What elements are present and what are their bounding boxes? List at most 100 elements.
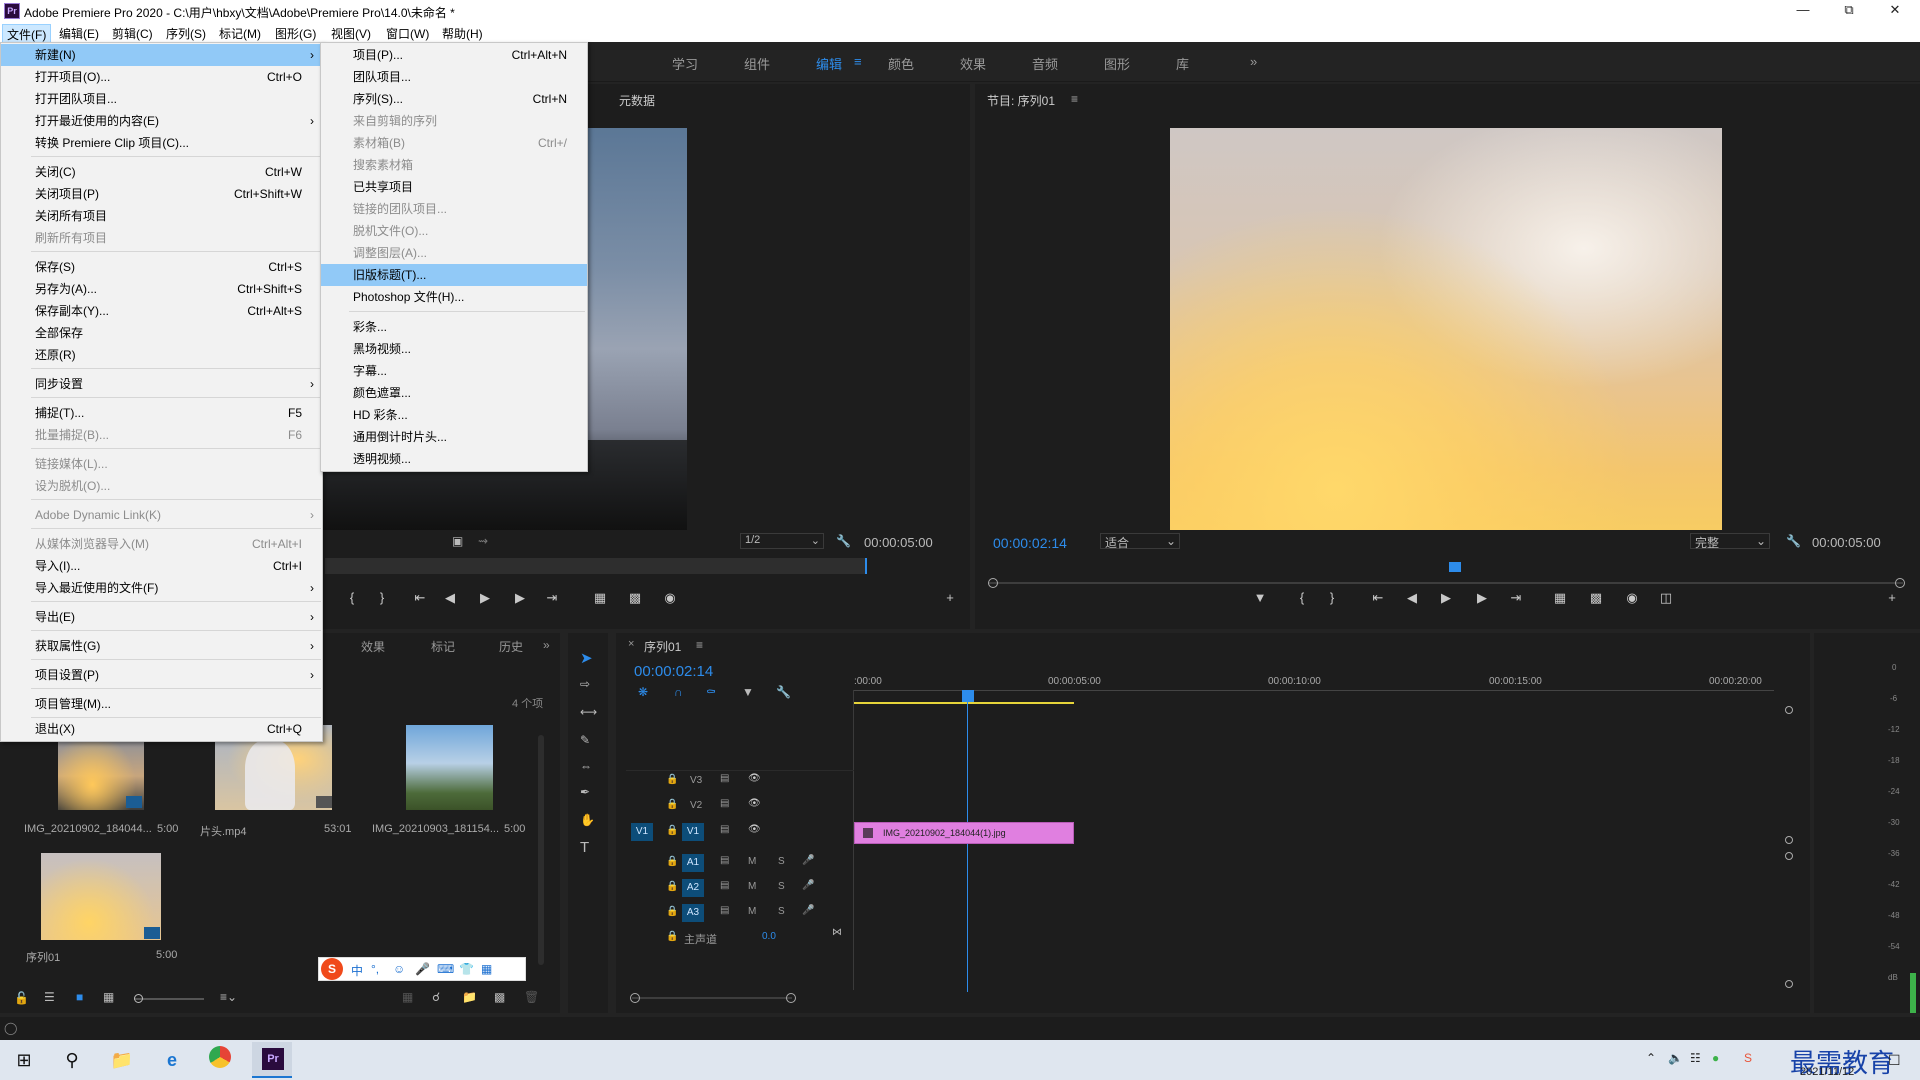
- menu-item-save-copy[interactable]: 保存副本(Y)... Ctrl+Alt+S: [1, 300, 322, 322]
- sogou-logo-icon[interactable]: S: [321, 958, 343, 980]
- workspace-effects[interactable]: 效果: [960, 54, 986, 73]
- submenu-item-shared-project[interactable]: 已共享项目: [321, 176, 587, 198]
- timeline-playhead-line[interactable]: [967, 700, 968, 992]
- notification-icon[interactable]: ☐: [1888, 1052, 1901, 1069]
- tab-sequence[interactable]: 序列01: [644, 638, 681, 655]
- ime-voice-icon[interactable]: 🎤: [415, 962, 430, 976]
- source-playhead[interactable]: [865, 558, 867, 574]
- submenu-item-sequence[interactable]: 序列(S)... Ctrl+N: [321, 88, 587, 110]
- vertical-zoom-handle[interactable]: [1785, 706, 1793, 714]
- slider-handle[interactable]: [134, 994, 143, 1003]
- menu-item-project-manager[interactable]: 项目管理(M)...: [1, 693, 322, 715]
- sort-icon[interactable]: ≡⌄: [220, 990, 237, 1004]
- workspace-learning[interactable]: 学习: [672, 54, 698, 73]
- tab-markers[interactable]: 标记: [431, 638, 455, 655]
- menu-item-import[interactable]: 导入(I)... Ctrl+I: [1, 555, 322, 577]
- menu-edit[interactable]: 编辑(E): [55, 24, 103, 43]
- submenu-item-linked-team-project[interactable]: 链接的团队项目...: [321, 198, 587, 220]
- program-quality-dropdown[interactable]: 完整 ⌄: [1690, 533, 1770, 550]
- timeline-timecode[interactable]: 00:00:02:14: [634, 663, 713, 680]
- mark-out-icon[interactable]: }: [372, 590, 392, 605]
- menu-marker[interactable]: 标记(M): [215, 24, 265, 43]
- program-title[interactable]: 节目: 序列01: [987, 92, 1055, 109]
- source-wrench-icon[interactable]: 🔧: [836, 534, 851, 548]
- file-explorer-icon[interactable]: 📁: [108, 1046, 136, 1074]
- submenu-item-transparent-video[interactable]: 透明视频...: [321, 448, 587, 470]
- linked-selection-icon[interactable]: ⚰: [706, 685, 716, 699]
- vertical-zoom-handle[interactable]: [1785, 980, 1793, 988]
- submenu-item-bin[interactable]: 素材箱(B) Ctrl+/: [321, 132, 587, 154]
- tab-effects[interactable]: 效果: [361, 638, 385, 655]
- tab-metadata[interactable]: 元数据: [619, 92, 655, 109]
- search-icon[interactable]: ⚲: [58, 1046, 86, 1074]
- razor-tool-icon[interactable]: ✎: [580, 733, 590, 747]
- panel-overflow-icon[interactable]: »: [543, 638, 550, 652]
- menu-item-close-project[interactable]: 关闭项目(P) Ctrl+Shift+W: [1, 183, 322, 205]
- workspace-audio[interactable]: 音频: [1032, 54, 1058, 73]
- menu-item-export[interactable]: 导出(E) ›: [1, 606, 322, 628]
- add-marker-icon[interactable]: ▼: [742, 685, 754, 699]
- premiere-taskbar-button[interactable]: Pr: [252, 1042, 292, 1078]
- program-zoom-handle-left[interactable]: [988, 578, 998, 588]
- tray-app-icon[interactable]: ●: [1712, 1051, 1719, 1065]
- delete-icon[interactable]: 🗑: [524, 990, 539, 1004]
- windows-start-icon[interactable]: ⊞: [10, 1046, 38, 1074]
- menu-item-get-properties[interactable]: 获取属性(G) ›: [1, 635, 322, 657]
- vertical-zoom-handle[interactable]: [1785, 852, 1793, 860]
- nest-icon[interactable]: ❋: [638, 685, 648, 699]
- menu-item-close[interactable]: 关闭(C) Ctrl+W: [1, 161, 322, 183]
- go-to-in-icon[interactable]: ⇤: [410, 590, 430, 606]
- program-zoom-handle-right[interactable]: [1895, 578, 1905, 588]
- menu-graphics[interactable]: 图形(G): [271, 24, 320, 43]
- submenu-item-team-project[interactable]: 团队项目...: [321, 66, 587, 88]
- source-settings-icon[interactable]: ▣: [452, 534, 463, 548]
- menu-item-project-settings[interactable]: 项目设置(P) ›: [1, 664, 322, 686]
- lift-icon[interactable]: ▦: [1550, 590, 1570, 606]
- step-back-icon[interactable]: ◀: [1402, 590, 1422, 606]
- ime-chinese-mode-icon[interactable]: 中: [351, 962, 363, 979]
- export-frame-icon[interactable]: ◉: [1622, 590, 1642, 606]
- program-wrench-icon[interactable]: 🔧: [1786, 534, 1801, 548]
- chrome-icon[interactable]: [206, 1046, 234, 1074]
- network-icon[interactable]: ☷: [1690, 1051, 1701, 1065]
- overwrite-icon[interactable]: ▩: [625, 590, 645, 606]
- list-view-icon[interactable]: ☰: [44, 990, 55, 1004]
- automate-to-sequence-icon[interactable]: ▦: [402, 990, 413, 1004]
- track-select-tool-icon[interactable]: ⇨: [580, 677, 590, 691]
- submenu-item-sequence-from-clip[interactable]: 来自剪辑的序列: [321, 110, 587, 132]
- ime-toolbox-icon[interactable]: ▦: [481, 962, 492, 976]
- submenu-item-black-video[interactable]: 黑场视频...: [321, 338, 587, 360]
- menu-item-import-from-browser[interactable]: 从媒体浏览器导入(M) Ctrl+Alt+I: [1, 533, 322, 555]
- ime-keyboard-icon[interactable]: ⌨: [437, 962, 454, 976]
- submenu-item-offline-file[interactable]: 脱机文件(O)...: [321, 220, 587, 242]
- submenu-item-legacy-title[interactable]: 旧版标题(T)...: [321, 264, 587, 286]
- work-area-bar[interactable]: [854, 702, 1074, 704]
- scroll-handle-left[interactable]: [630, 993, 640, 1003]
- menu-item-import-recent[interactable]: 导入最近使用的文件(F) ›: [1, 577, 322, 599]
- tab-history[interactable]: 历史: [499, 638, 523, 655]
- menu-item-save[interactable]: 保存(S) Ctrl+S: [1, 256, 322, 278]
- extract-icon[interactable]: ▩: [1586, 590, 1606, 606]
- type-tool-icon[interactable]: T: [580, 839, 589, 856]
- menu-item-open-project[interactable]: 打开项目(O)... Ctrl+O: [1, 66, 322, 88]
- thumbnail-size-slider[interactable]: [134, 998, 204, 1000]
- submenu-item-color-matte[interactable]: 颜色遮罩...: [321, 382, 587, 404]
- timeline-close-icon[interactable]: ×: [628, 638, 634, 650]
- timeline-menu-icon[interactable]: ≡: [696, 638, 703, 652]
- program-scrubber[interactable]: [988, 582, 1903, 584]
- step-forward-icon[interactable]: ▶: [1472, 590, 1492, 606]
- source-resolution-dropdown[interactable]: 1/2 ⌄: [740, 533, 824, 549]
- play-icon[interactable]: ▶: [475, 590, 495, 606]
- ime-emoji-icon[interactable]: ☺: [393, 962, 405, 976]
- program-fit-dropdown[interactable]: 适合 ⌄: [1100, 533, 1180, 550]
- program-playhead[interactable]: [1449, 562, 1461, 572]
- workspace-assembly[interactable]: 组件: [744, 54, 770, 73]
- workspace-editing[interactable]: 编辑: [816, 54, 842, 73]
- project-item[interactable]: 序列01 5:00: [20, 853, 180, 964]
- lock-icon[interactable]: 🔓: [14, 991, 29, 1005]
- source-insert-icon[interactable]: ⇝: [478, 534, 488, 548]
- sogou-tray-icon[interactable]: S: [1744, 1051, 1752, 1065]
- hand-tool-icon[interactable]: ✋: [580, 813, 595, 827]
- camera-icon[interactable]: ◉: [660, 590, 680, 606]
- submenu-item-bars-and-tone[interactable]: 彩条...: [321, 316, 587, 338]
